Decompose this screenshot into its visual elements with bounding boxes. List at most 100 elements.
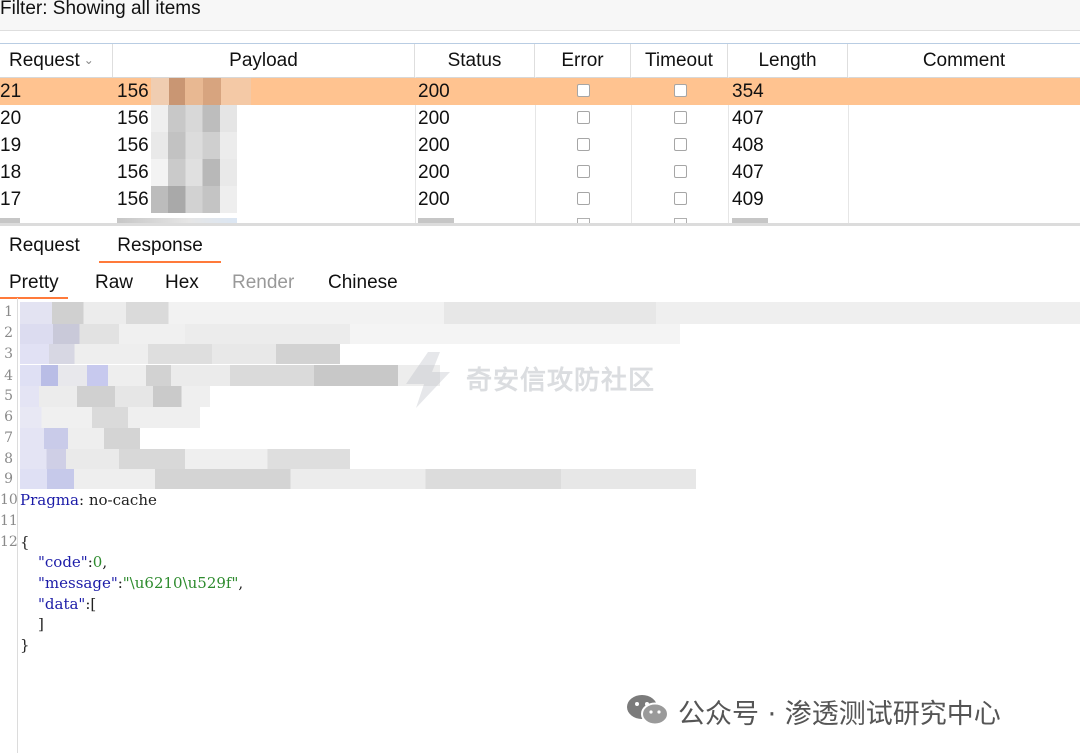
line-number: 11 bbox=[0, 513, 18, 529]
timeout-checkbox[interactable] bbox=[674, 192, 687, 205]
redacted-line bbox=[20, 344, 340, 364]
column-header-error[interactable]: Error bbox=[535, 44, 631, 77]
cell-payload: 156 bbox=[117, 81, 149, 102]
tab-hex[interactable]: Hex bbox=[165, 269, 199, 297]
column-header-error-label: Error bbox=[561, 50, 604, 71]
json-key-data: "data" bbox=[38, 595, 86, 613]
cell-status: 200 bbox=[418, 135, 450, 156]
cell-request: 17 bbox=[0, 189, 22, 210]
code-line-code: "code":0, bbox=[38, 552, 107, 572]
cell-request: 18 bbox=[0, 162, 22, 183]
cell-payload: 156 bbox=[117, 162, 149, 183]
column-header-comment-label: Comment bbox=[922, 50, 1006, 71]
code-line-json-open: { bbox=[20, 532, 30, 552]
qianxin-watermark: 奇安信攻防社区 bbox=[400, 350, 690, 410]
line-number: 2 bbox=[4, 325, 13, 341]
error-checkbox[interactable] bbox=[577, 138, 590, 151]
cell-length: 408 bbox=[732, 135, 764, 156]
cell-status: 200 bbox=[418, 162, 450, 183]
json-bracket-close: ] bbox=[38, 615, 44, 633]
column-header-status[interactable]: Status bbox=[415, 44, 535, 77]
wechat-watermark: 公众号 · 渗透测试研究中心 bbox=[626, 690, 1066, 730]
table-row[interactable]: 18 156 200 407 bbox=[0, 159, 1080, 186]
cell-payload: 156 bbox=[117, 135, 149, 156]
table-row[interactable]: 17 156 200 409 bbox=[0, 186, 1080, 213]
json-value-message: "\u6210\u529f" bbox=[122, 574, 239, 592]
line-number: 7 bbox=[4, 430, 13, 446]
timeout-checkbox[interactable] bbox=[674, 165, 687, 178]
redacted-line bbox=[20, 469, 696, 489]
pane-splitter[interactable] bbox=[0, 223, 1080, 226]
line-number-gutter: 1 2 3 4 5 6 7 8 9 10 11 12 bbox=[0, 298, 18, 753]
tab-pretty[interactable]: Pretty bbox=[0, 269, 68, 299]
column-header-payload-label: Payload bbox=[229, 50, 298, 71]
cell-request: 19 bbox=[0, 135, 22, 156]
header-value: no-cache bbox=[84, 491, 157, 509]
header-name: Pragma bbox=[20, 491, 79, 509]
tab-render[interactable]: Render bbox=[232, 269, 294, 297]
line-number: 5 bbox=[4, 388, 13, 404]
error-checkbox[interactable] bbox=[577, 192, 590, 205]
line-number: 6 bbox=[4, 409, 13, 425]
code-line-json-close: } bbox=[20, 635, 30, 655]
cell-request: 21 bbox=[0, 81, 22, 102]
json-brace-open: { bbox=[20, 533, 30, 551]
column-header-comment[interactable]: Comment bbox=[848, 44, 1080, 77]
table-row[interactable]: 20 156 200 407 bbox=[0, 105, 1080, 132]
redacted-line bbox=[20, 365, 440, 386]
error-checkbox[interactable] bbox=[577, 84, 590, 97]
cell-length: 407 bbox=[732, 162, 764, 183]
cell-status: 200 bbox=[418, 81, 450, 102]
code-line-data: "data":[ bbox=[38, 594, 96, 614]
wechat-watermark-text: 公众号 · 渗透测试研究中心 bbox=[678, 699, 1001, 730]
json-key-message: "message" bbox=[38, 574, 118, 592]
tab-request[interactable]: Request bbox=[9, 231, 85, 261]
tab-raw[interactable]: Raw bbox=[95, 269, 133, 297]
error-checkbox[interactable] bbox=[577, 111, 590, 124]
column-header-request-label: Request bbox=[9, 50, 80, 71]
json-comma: , bbox=[238, 574, 244, 592]
json-key-code: "code" bbox=[38, 553, 88, 571]
timeout-checkbox[interactable] bbox=[674, 138, 687, 151]
cell-status: 200 bbox=[418, 189, 450, 210]
tab-response[interactable]: Response bbox=[99, 231, 221, 263]
column-header-timeout-label: Timeout bbox=[645, 50, 713, 71]
error-checkbox[interactable] bbox=[577, 165, 590, 178]
code-line-message: "message":"\u6210\u529f", bbox=[38, 573, 243, 593]
tab-chinese[interactable]: Chinese bbox=[328, 269, 398, 297]
line-number: 3 bbox=[4, 346, 13, 362]
column-header-length[interactable]: Length bbox=[728, 44, 848, 77]
json-value-code: 0 bbox=[92, 553, 103, 571]
table-row[interactable]: 21 156 200 354 bbox=[0, 78, 1080, 105]
timeout-checkbox[interactable] bbox=[674, 111, 687, 124]
code-line-data-close: ] bbox=[38, 614, 44, 634]
chevron-down-icon: ⌄ bbox=[83, 53, 94, 68]
cell-length: 409 bbox=[732, 189, 764, 210]
json-comma: , bbox=[102, 553, 108, 571]
cell-payload: 156 bbox=[117, 189, 149, 210]
line-number: 4 bbox=[4, 368, 13, 384]
cell-length: 407 bbox=[732, 108, 764, 129]
line-number: 12 bbox=[0, 534, 18, 550]
column-header-request[interactable]: Request ⌄ bbox=[0, 44, 113, 77]
redacted-line bbox=[20, 324, 680, 344]
column-header-status-label: Status bbox=[447, 50, 502, 71]
redacted-line bbox=[20, 428, 140, 449]
redacted-payload bbox=[151, 159, 237, 186]
filter-bar[interactable]: Filter: Showing all items bbox=[0, 0, 1080, 31]
line-number: 8 bbox=[4, 451, 13, 467]
column-header-payload[interactable]: Payload bbox=[113, 44, 415, 77]
wechat-icon bbox=[627, 695, 669, 726]
table-row[interactable]: 19 156 200 408 bbox=[0, 132, 1080, 159]
column-header-timeout[interactable]: Timeout bbox=[631, 44, 728, 77]
timeout-checkbox[interactable] bbox=[674, 84, 687, 97]
results-table: Request ⌄ Payload Status Error Timeout Le… bbox=[0, 43, 1080, 224]
redacted-payload bbox=[151, 105, 237, 132]
line-number: 9 bbox=[4, 471, 13, 487]
cell-length: 354 bbox=[732, 81, 764, 102]
qianxin-watermark-text: 奇安信攻防社区 bbox=[466, 366, 656, 396]
redacted-payload bbox=[151, 78, 251, 105]
redacted-line bbox=[20, 449, 350, 469]
cell-status: 200 bbox=[418, 108, 450, 129]
line-number: 10 bbox=[0, 492, 18, 508]
